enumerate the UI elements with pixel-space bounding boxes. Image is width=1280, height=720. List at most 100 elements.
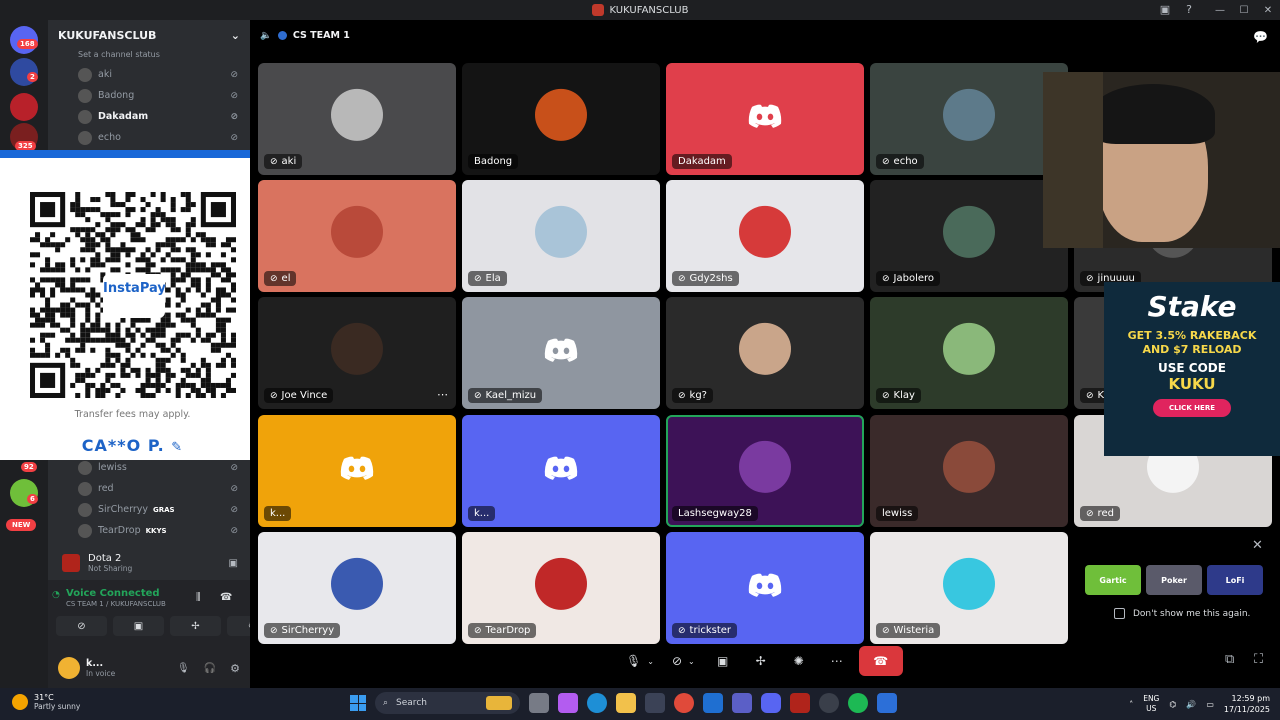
microphone-icon[interactable]: 🎙	[177, 663, 190, 674]
notepad-icon[interactable]	[877, 693, 897, 713]
leave-call-button[interactable]: ☎	[858, 646, 903, 676]
screen-share-button[interactable]: ▣	[113, 616, 164, 636]
participant-tile[interactable]: ⊘ Kael_mizu	[462, 297, 660, 409]
disconnect-icon[interactable]: ☎	[220, 592, 232, 603]
voice-user[interactable]: Badong ⊘	[48, 85, 250, 106]
participant-tile[interactable]: ⊘ Klay	[870, 297, 1068, 409]
microphone-button[interactable]: 🎙 ⌄	[620, 646, 660, 676]
battery-icon[interactable]: ▭	[1206, 700, 1214, 709]
participant-tile[interactable]: ⊘ Joe Vince ⋯	[258, 297, 456, 409]
volume-icon[interactable]: 🔊	[1186, 700, 1196, 709]
participant-tile[interactable]: ⊘ SirCherryy	[258, 532, 456, 644]
soundboard-button[interactable]: ✺	[783, 646, 815, 676]
participant-tile[interactable]: ⊘ Jabolero	[870, 180, 1068, 292]
participant-tile[interactable]: Lashsegway28	[666, 415, 864, 527]
voice-status[interactable]: Voice Connected	[66, 588, 160, 599]
activities-button[interactable]: ✢	[745, 646, 777, 676]
dont-show-checkbox[interactable]	[1114, 608, 1125, 619]
participant-tile[interactable]: ⊘ Gdy2shs	[666, 180, 864, 292]
chevron-up-icon[interactable]: ˄	[1129, 700, 1133, 709]
mail-icon[interactable]	[703, 693, 723, 713]
participant-tile[interactable]: ⊘ aki	[258, 63, 456, 175]
participant-tile[interactable]: lewiss	[870, 415, 1068, 527]
voice-user[interactable]: aki ⊘	[48, 64, 250, 85]
username[interactable]: k...	[86, 658, 115, 669]
more-options-icon[interactable]: ⋯	[437, 388, 448, 401]
discord-icon[interactable]	[761, 693, 781, 713]
badge-server-2: 2	[27, 72, 38, 82]
fullscreen-icon[interactable]: ⛶	[1254, 652, 1263, 667]
participant-tile[interactable]: Badong	[462, 63, 660, 175]
edge-icon[interactable]	[587, 693, 607, 713]
voice-user[interactable]: lewiss ⊘	[48, 457, 250, 478]
participant-tile[interactable]: ⊘ Ela	[462, 180, 660, 292]
more-options-button[interactable]: ⋯	[821, 646, 853, 676]
participant-tile[interactable]: ⊘ trickster	[666, 532, 864, 644]
voice-channel[interactable]: CS TEAM 1 / KUKUFANSCLUB	[66, 600, 166, 608]
voice-user[interactable]: SirCherryy GRAS ⊘	[48, 499, 250, 520]
voice-user[interactable]: echo ⊘	[48, 127, 250, 148]
avatar	[78, 523, 92, 538]
store-icon[interactable]	[645, 693, 665, 713]
chat-icon[interactable]: 💬	[1253, 30, 1268, 44]
voice-user[interactable]: TearDrop KKYS ⊘	[48, 520, 250, 541]
muted-icon: ⊘	[230, 525, 238, 536]
share-screen-icon[interactable]: ▣	[229, 558, 238, 569]
spotify-icon[interactable]	[848, 693, 868, 713]
minimize-button[interactable]: —	[1208, 5, 1232, 16]
popout-icon[interactable]: ⧉	[1225, 652, 1234, 667]
avatar[interactable]	[58, 657, 80, 679]
participant-tile[interactable]: ⊘ el	[258, 180, 456, 292]
activity-thumb[interactable]: Poker	[1146, 565, 1202, 595]
network-icon[interactable]: ⌬	[1169, 700, 1176, 709]
task-view-icon[interactable]	[529, 693, 549, 713]
language-indicator[interactable]: ENG US	[1143, 694, 1159, 714]
clock[interactable]: 12:59 pm 17/11/2025	[1224, 693, 1270, 715]
server-icon[interactable]	[10, 93, 38, 121]
noise-suppression-icon[interactable]: ⫼	[196, 592, 201, 603]
participant-tile[interactable]: ⊘ echo	[870, 63, 1068, 175]
participant-tile[interactable]: ⊘ TearDrop	[462, 532, 660, 644]
help-icon[interactable]: ?	[1186, 3, 1192, 16]
dont-show-option[interactable]: Don't show me this again.	[1114, 608, 1250, 619]
stake-ad[interactable]: Stake GET 3.5% RAKEBACK AND $7 RELOAD US…	[1104, 282, 1280, 456]
search-box[interactable]: ⌕ Search	[375, 692, 520, 714]
muted-icon: ⊘	[230, 111, 238, 122]
steam-icon[interactable]	[819, 693, 839, 713]
participant-tile[interactable]: ⊘ kg?	[666, 297, 864, 409]
activity-thumb[interactable]: LoFi	[1207, 565, 1263, 595]
server-header[interactable]: KUKUFANSCLUB ⌄	[48, 20, 250, 50]
activities-button[interactable]: ✢	[170, 616, 221, 636]
maximize-button[interactable]: ☐	[1232, 5, 1256, 16]
file-explorer-icon[interactable]	[616, 693, 636, 713]
dota-icon[interactable]	[790, 693, 810, 713]
title-bar: KUKUFANSCLUB ▣ ? — ☐ ✕	[0, 0, 1280, 20]
settings-icon[interactable]: ⚙	[230, 662, 240, 675]
weather-widget[interactable]: 31°C Partly sunny	[12, 693, 80, 711]
participant-tile[interactable]: ⊘ Wisteria	[870, 532, 1068, 644]
camera-off-button[interactable]: ⊘	[56, 616, 107, 636]
chrome-icon[interactable]	[674, 693, 694, 713]
start-button[interactable]	[350, 695, 366, 711]
channel-status[interactable]: Set a channel status	[48, 50, 250, 64]
close-icon[interactable]: ✕	[1252, 538, 1263, 553]
headphones-icon[interactable]: 🎧	[204, 663, 216, 674]
participant-tile[interactable]: Dakadam	[666, 63, 864, 175]
participant-tile[interactable]: k...	[462, 415, 660, 527]
activity-thumb[interactable]: Gartic	[1085, 565, 1141, 595]
participant-tile[interactable]: k...	[258, 415, 456, 527]
speaker-icon[interactable]: 🔈	[260, 30, 272, 41]
participant-label: ⊘ Kael_mizu	[468, 388, 543, 403]
ad-cta-button[interactable]: CLICK HERE	[1152, 399, 1231, 417]
edit-icon[interactable]: ✎	[171, 440, 183, 455]
teams-icon[interactable]	[732, 693, 752, 713]
inbox-icon[interactable]: ▣	[1160, 3, 1170, 16]
signal-icon[interactable]: ◔	[52, 590, 60, 600]
voice-user[interactable]: red ⊘	[48, 478, 250, 499]
copilot-icon[interactable]	[558, 693, 578, 713]
close-button[interactable]: ✕	[1256, 5, 1280, 16]
camera-button[interactable]: ⊘ ⌄	[666, 646, 701, 676]
screen-share-button[interactable]: ▣	[707, 646, 739, 676]
participant-label: lewiss	[876, 506, 919, 521]
voice-user[interactable]: Dakadam ⊘	[48, 106, 250, 127]
